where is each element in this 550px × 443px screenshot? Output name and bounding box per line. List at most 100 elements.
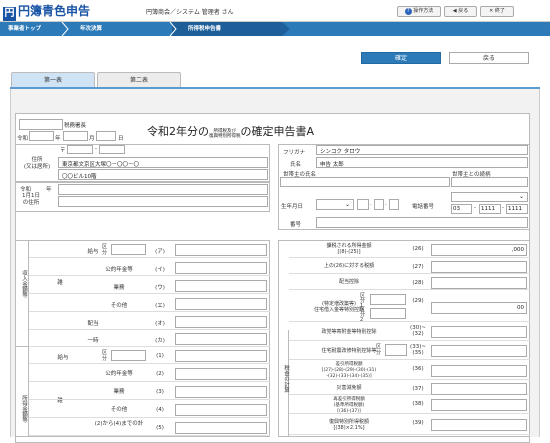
address-label-2: (又は居所) xyxy=(23,164,51,170)
income-row-code: (オ) xyxy=(155,321,165,327)
tax-amount-input[interactable] xyxy=(431,383,527,395)
zip-second-input[interactable] xyxy=(99,145,125,154)
date-day-input[interactable] xyxy=(96,131,116,141)
kubun-input[interactable] xyxy=(385,344,407,356)
income-group-label: 収入金額等 xyxy=(21,270,27,298)
income-amount-input[interactable] xyxy=(175,298,267,310)
reiwa-label: 令和 xyxy=(20,187,32,193)
income-amount-input[interactable] xyxy=(175,244,267,256)
tab-sheet2[interactable]: 第二表 xyxy=(97,72,181,87)
nav-item-annual[interactable]: 年次決算 xyxy=(80,22,102,36)
date-month-input[interactable] xyxy=(63,131,88,141)
phone-dash-2: - xyxy=(502,205,504,211)
header-close-button[interactable]: ✕ 終了 xyxy=(480,6,514,17)
amount-input[interactable] xyxy=(175,350,267,362)
jan1-address-input-1[interactable] xyxy=(58,184,268,195)
tax-amount-input[interactable] xyxy=(431,364,527,377)
kubun1-input[interactable] xyxy=(370,294,406,305)
nav-item-taxreturn[interactable]: 所得税申告書 xyxy=(188,22,221,36)
tax-amount-input[interactable]: 00 xyxy=(431,301,527,314)
birth-dot-2: . xyxy=(385,201,387,207)
tax-amount-input[interactable] xyxy=(431,261,527,273)
amount-row-sub: その他 xyxy=(110,407,128,413)
relation-input[interactable] xyxy=(451,177,528,187)
tax-row-label: 政党等寄附金等特別控除 xyxy=(321,328,377,335)
tax-row-code: (30)~ (32) xyxy=(410,325,426,337)
income-row-code: (ウ) xyxy=(155,285,165,291)
amount-input[interactable] xyxy=(175,368,267,380)
birth-day-input[interactable] xyxy=(389,199,399,210)
tab-sheet1[interactable]: 第一表 xyxy=(11,72,95,87)
income-row-sub: その他 xyxy=(110,303,128,309)
kubun2-input[interactable] xyxy=(370,308,406,319)
birth-year-input[interactable] xyxy=(357,199,369,210)
tax-row-label: 災害減免額 xyxy=(336,384,362,391)
back-arrow-icon: ◀ xyxy=(452,8,457,14)
tax-amount-input[interactable] xyxy=(431,399,527,411)
tax-amount-value: ,000 xyxy=(511,246,524,253)
nav-chevron-icon xyxy=(61,22,69,36)
birth-era-select[interactable]: ⌄ xyxy=(316,199,354,210)
phone-local-input[interactable]: 1111 xyxy=(479,204,501,214)
nav-active-arrow-icon xyxy=(282,22,290,36)
confirm-button[interactable]: 確定 xyxy=(361,52,441,64)
income-amount-input[interactable] xyxy=(175,262,267,274)
amount-input[interactable] xyxy=(175,404,267,416)
tax-amount-input[interactable] xyxy=(431,326,527,338)
back-button[interactable]: 戻る xyxy=(449,52,529,64)
header-back-button[interactable]: ◀ 戻る xyxy=(444,6,477,17)
office-input[interactable] xyxy=(19,119,63,130)
furigana-value: シンコク タロウ xyxy=(320,149,361,155)
form-title: 令和2年分の 所得税及び 復興特別所得税の確定申告書A xyxy=(147,123,314,139)
phone-type-select[interactable]: ⌄ xyxy=(451,192,528,202)
kubun-input[interactable] xyxy=(111,350,146,361)
tax-row-label: 再差引所得税額 (基準所得税額) [(36)-(37)] xyxy=(333,397,365,414)
tax-row-label: 上の(26)に対する税額 xyxy=(323,263,375,269)
address-input-2[interactable]: 〇〇ビル10階 xyxy=(58,169,268,180)
address-input-1[interactable]: 東京都文京区大塚〇－〇〇－〇 xyxy=(58,157,268,168)
income-amount-input[interactable] xyxy=(175,333,267,345)
tax-amount-input[interactable] xyxy=(431,345,527,357)
birth-month-input[interactable] xyxy=(374,199,384,210)
phone-local-value: 1111 xyxy=(481,206,495,212)
income-row-code: (ア) xyxy=(155,249,165,255)
amount-input[interactable] xyxy=(175,422,267,434)
jan1-address-input-2[interactable] xyxy=(58,196,268,207)
app-title: 円簿青色申告 xyxy=(18,4,91,18)
tax-row-label: 課税される所得金額 [(8)-(25)] xyxy=(326,243,372,255)
address-value-2: 〇〇ビル10階 xyxy=(62,174,97,180)
kubun-input[interactable] xyxy=(111,244,146,255)
head-name-input[interactable] xyxy=(280,177,450,187)
title-small-2: 復興特別所得税 xyxy=(209,133,241,139)
amount-input[interactable] xyxy=(175,386,267,398)
tax-row-code: (38) xyxy=(412,401,424,407)
close-icon: ✕ xyxy=(489,8,494,14)
tax-group-label: 税金の計算 xyxy=(283,365,289,393)
income-row-main: 一時 xyxy=(87,338,99,344)
name-input[interactable]: 申告 太郎 xyxy=(316,157,528,168)
tax-amount-input[interactable] xyxy=(431,419,527,431)
furigana-input[interactable]: シンコク タロウ xyxy=(316,145,528,155)
tax-amount-input[interactable] xyxy=(431,277,527,289)
phone-number-input[interactable]: 1111 xyxy=(506,204,528,214)
amount-group-label: 所得金額等 xyxy=(21,395,27,423)
phone-area-input[interactable]: 03 xyxy=(451,204,472,214)
help-label: 操作方法 xyxy=(413,8,434,14)
help-button[interactable]: ? 操作方法 xyxy=(397,6,441,17)
jan1-label: 1月1日 の住所 xyxy=(22,193,40,207)
income-row-code: (カ) xyxy=(155,338,165,344)
logo-mark: 円 xyxy=(3,7,16,21)
chevron-down-icon: ⌄ xyxy=(344,201,350,208)
tax-amount-input[interactable]: ,000 xyxy=(431,243,527,256)
nav-item-top[interactable]: 事業者トップ xyxy=(8,22,41,36)
zip-first-input[interactable] xyxy=(67,145,93,154)
income-row-code: (イ) xyxy=(155,267,165,273)
income-amount-input[interactable] xyxy=(175,280,267,292)
zip-dash: - xyxy=(95,146,97,152)
date-year-input[interactable] xyxy=(29,131,54,141)
tax-amount-value: 00 xyxy=(517,304,524,311)
income-amount-input[interactable] xyxy=(175,316,267,328)
app-header: 円円簿青色申告 円簿商会／システム 管理者 さん ? 操作方法 ◀ 戻る ✕ 終… xyxy=(0,0,550,22)
mynumber-input[interactable] xyxy=(316,217,528,228)
address-label-1: 住所 xyxy=(31,157,43,163)
